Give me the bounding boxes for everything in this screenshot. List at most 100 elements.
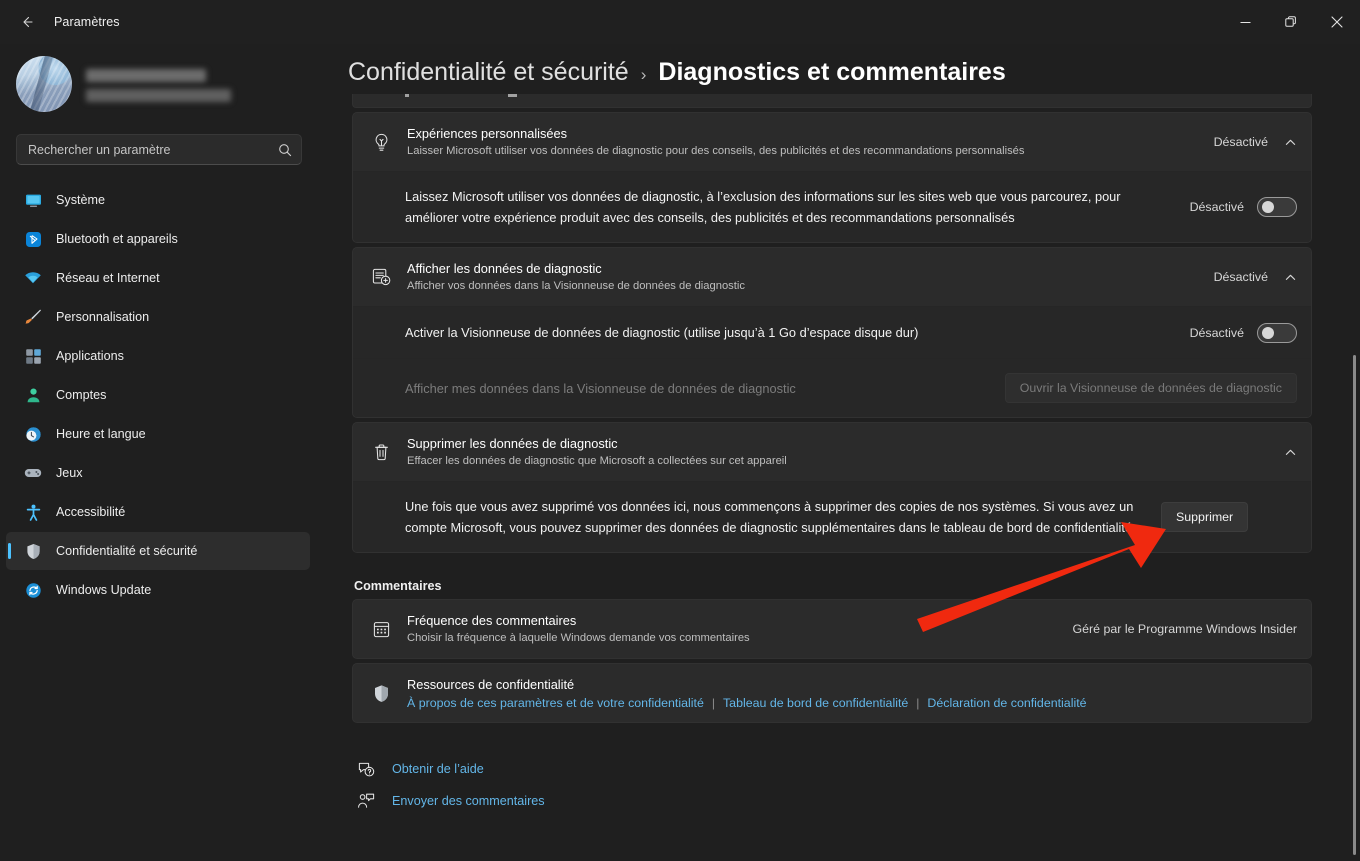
close-button[interactable] (1314, 0, 1360, 44)
clock-globe-icon (24, 425, 42, 443)
footer-link-label: Obtenir de l’aide (392, 762, 484, 776)
sidebar-item-label: Applications (56, 349, 124, 363)
link-separator: | (711, 695, 715, 710)
search-input[interactable] (17, 142, 301, 157)
subrow-text: Une fois que vous avez supprimé vos donn… (405, 499, 1136, 535)
card-text-block: Ressources de confidentialité À propos d… (407, 677, 1297, 710)
title-bar: Paramètres (0, 0, 1360, 44)
sidebar-item-personnalisation[interactable]: Personnalisation (6, 298, 310, 336)
toggle-knob (1262, 201, 1274, 213)
search-container (0, 112, 320, 165)
sidebar-item-bluetooth[interactable]: Bluetooth et appareils (6, 220, 310, 258)
sidebar-item-label: Accessibilité (56, 505, 126, 519)
paintbrush-icon (24, 308, 42, 326)
settings-scroll-area: Expériences personnalisées Laisser Micro… (320, 92, 1360, 861)
user-profile[interactable] (0, 44, 320, 112)
envoyer-commentaires-link[interactable]: Envoyer des commentaires (356, 785, 1312, 817)
card-text-block: Afficher les données de diagnostic Affic… (407, 261, 1200, 294)
sidebar-item-windows-update[interactable]: Windows Update (6, 571, 310, 609)
supprimer-button[interactable]: Supprimer (1161, 502, 1249, 532)
card-subtitle: Laisser Microsoft utiliser vos données d… (407, 144, 1025, 157)
card-afficher-donnees-diagnostic: Afficher les données de diagnostic Affic… (352, 247, 1312, 418)
sidebar-item-jeux[interactable]: Jeux (6, 454, 310, 492)
toggle-knob (1262, 326, 1274, 339)
sidebar-item-label: Système (56, 193, 105, 207)
page-title: Diagnostics et commentaires (658, 58, 1006, 86)
sidebar-item-label: Heure et langue (56, 427, 146, 441)
managed-status-text: Géré par le Programme Windows Insider (1072, 622, 1298, 636)
card-subtitle: Choisir la fréquence à laquelle Windows … (407, 631, 750, 644)
card-header-right (1284, 446, 1297, 459)
sidebar-item-label: Bluetooth et appareils (56, 232, 178, 246)
chevron-up-icon[interactable] (1284, 136, 1297, 149)
toggle-label: Désactivé (1189, 325, 1244, 340)
breadcrumb: Confidentialité et sécurité › Diagnostic… (320, 44, 1360, 87)
subrow-right: Ouvrir la Visionneuse de données de diag… (1004, 373, 1297, 403)
sidebar-item-systeme[interactable]: Système (6, 181, 310, 219)
vertical-scrollbar[interactable] (1353, 355, 1356, 855)
chevron-up-icon[interactable] (1284, 271, 1297, 284)
clipped-card-above[interactable] (352, 94, 1312, 108)
sidebar-item-heure-langue[interactable]: Heure et langue (6, 415, 310, 453)
monitor-icon (24, 191, 42, 209)
card-title: Supprimer les données de diagnostic (407, 435, 618, 451)
card-header[interactable]: Afficher les données de diagnostic Affic… (353, 248, 1311, 306)
subrow-right: Supprimer (1161, 502, 1249, 532)
feedback-icon (356, 791, 376, 811)
help-icon (356, 759, 376, 779)
search-box[interactable] (16, 134, 302, 165)
ouvrir-visionneuse-button[interactable]: Ouvrir la Visionneuse de données de diag… (1004, 373, 1297, 403)
person-icon (24, 386, 42, 404)
card-header[interactable]: Expériences personnalisées Laisser Micro… (353, 113, 1311, 171)
breadcrumb-separator: › (640, 65, 647, 84)
subrow-activer-visionneuse: Activer la Visionneuse de données de dia… (353, 306, 1311, 358)
toggle-label: Désactivé (1189, 200, 1244, 214)
breadcrumb-parent[interactable]: Confidentialité et sécurité (348, 58, 629, 87)
subrow-experiences-toggle: Laissez Microsoft utiliser vos données d… (353, 171, 1311, 242)
chevron-up-icon[interactable] (1284, 446, 1297, 459)
close-icon (1331, 16, 1343, 28)
link-separator: | (916, 695, 920, 710)
trash-icon (369, 440, 393, 464)
sidebar: Système Bluetooth et appareils Réseau et… (0, 44, 320, 861)
wifi-icon (24, 269, 42, 287)
card-header-right: Géré par le Programme Windows Insider (1073, 622, 1298, 636)
clipped-text-fragment (508, 94, 517, 97)
privacy-links-row: À propos de ces paramètres et de votre c… (407, 696, 1297, 710)
sidebar-item-comptes[interactable]: Comptes (6, 376, 310, 414)
card-supprimer-donnees-diagnostic: Supprimer les données de diagnostic Effa… (352, 422, 1312, 553)
subrow-afficher-mes-donnees: Afficher mes données dans la Visionneuse… (353, 358, 1311, 417)
calendar-icon (369, 617, 393, 641)
footer-links: Obtenir de l’aide Envoyer des commentair… (352, 753, 1312, 817)
obtenir-aide-link[interactable]: Obtenir de l’aide (356, 753, 1312, 785)
card-text-block: Expériences personnalisées Laisser Micro… (407, 126, 1200, 159)
card-frequence-commentaires[interactable]: Fréquence des commentaires Choisir la fr… (352, 599, 1312, 659)
sidebar-item-label: Réseau et Internet (56, 271, 160, 285)
minimize-button[interactable] (1222, 0, 1268, 44)
sidebar-item-label: Jeux (56, 466, 83, 480)
sidebar-item-reseau[interactable]: Réseau et Internet (6, 259, 310, 297)
link-a-propos-parametres[interactable]: À propos de ces paramètres et de votre c… (407, 696, 704, 710)
back-button[interactable] (10, 7, 44, 37)
card-title: Fréquence des commentaires (407, 612, 577, 628)
subrow-supprimer: Une fois que vous avez supprimé vos donn… (353, 481, 1311, 552)
sidebar-item-label: Comptes (56, 388, 107, 402)
card-experiences-personnalisees: Expériences personnalisées Laisser Micro… (352, 112, 1312, 243)
apps-icon (24, 347, 42, 365)
experiences-toggle[interactable] (1257, 197, 1297, 217)
gamepad-icon (24, 464, 42, 482)
user-email-blurred (86, 88, 231, 102)
sidebar-item-applications[interactable]: Applications (6, 337, 310, 375)
card-header-right: Désactivé (1214, 135, 1297, 149)
card-header[interactable]: Fréquence des commentaires Choisir la fr… (353, 600, 1311, 658)
sidebar-item-confidentialite-securite[interactable]: Confidentialité et sécurité (6, 532, 310, 570)
sidebar-item-accessibilite[interactable]: Accessibilité (6, 493, 310, 531)
link-declaration-confidentialite[interactable]: Déclaration de confidentialité (927, 696, 1086, 710)
search-icon (278, 143, 292, 157)
link-tableau-de-bord[interactable]: Tableau de bord de confidentialité (723, 696, 908, 710)
maximize-button[interactable] (1268, 0, 1314, 44)
diagnostic-data-icon (369, 265, 393, 289)
sidebar-nav: Système Bluetooth et appareils Réseau et… (0, 181, 320, 609)
card-header[interactable]: Supprimer les données de diagnostic Effa… (353, 423, 1311, 481)
visionneuse-toggle[interactable] (1257, 322, 1297, 343)
